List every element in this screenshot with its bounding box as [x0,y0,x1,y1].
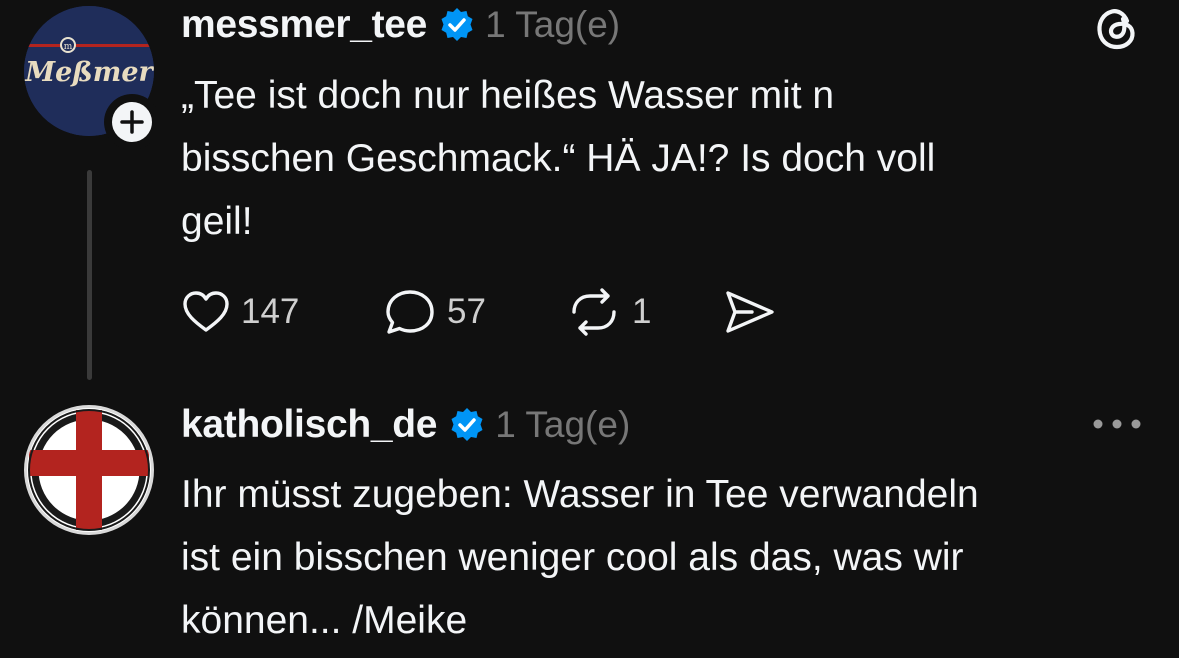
verified-badge-icon [441,8,473,41]
threads-logo-icon[interactable] [1092,4,1142,54]
more-horizontal-icon[interactable] [1090,409,1144,439]
post-text-line: Ihr müsst zugeben: Wasser in Tee verwand… [181,473,979,516]
reply-count: 57 [447,292,486,331]
thread-connector-line [87,170,92,380]
follow-button[interactable] [104,94,160,150]
post-header: katholisch_de 1 Tag(e) [181,400,630,450]
heart-icon [183,291,229,332]
post-text-line: geil! [181,200,253,243]
post-timestamp: 1 Tag(e) [485,4,621,45]
avatar-brand-text: Meßmer [24,57,154,88]
plus-icon [120,110,144,134]
send-icon [726,291,774,333]
verified-badge-icon [451,408,483,441]
cross-logo-icon [28,409,150,531]
post-text-line: ist ein bisschen weniger cool als das, w… [181,536,964,579]
post-text-line: „Tee ist doch nur heißes Wasser mit n [181,74,835,117]
post-text-line: können... /Meike [181,599,468,642]
username[interactable]: katholisch_de [181,403,438,447]
repost-count: 1 [632,292,652,331]
svg-text:m: m [64,42,73,52]
username[interactable]: messmer_tee [181,3,427,47]
post-body: Ihr müsst zugeben: Wasser in Tee verwand… [181,463,979,652]
post-text-line: bisschen Geschmack.“ HÄ JA!? Is doch vol… [181,137,936,180]
repost-button[interactable]: 1 [566,287,651,337]
post-header: messmer_tee 1 Tag(e) [181,0,620,50]
post-body: „Tee ist doch nur heißes Wasser mit n bi… [181,64,935,253]
reply-button[interactable]: 57 [383,287,486,337]
post-timestamp: 1 Tag(e) [495,404,631,445]
like-count: 147 [241,292,300,331]
repost-icon [572,288,616,336]
speech-bubble-icon [386,290,434,334]
share-button[interactable] [722,287,778,337]
avatar-katholisch[interactable] [24,405,154,535]
like-button[interactable]: 147 [181,287,299,337]
